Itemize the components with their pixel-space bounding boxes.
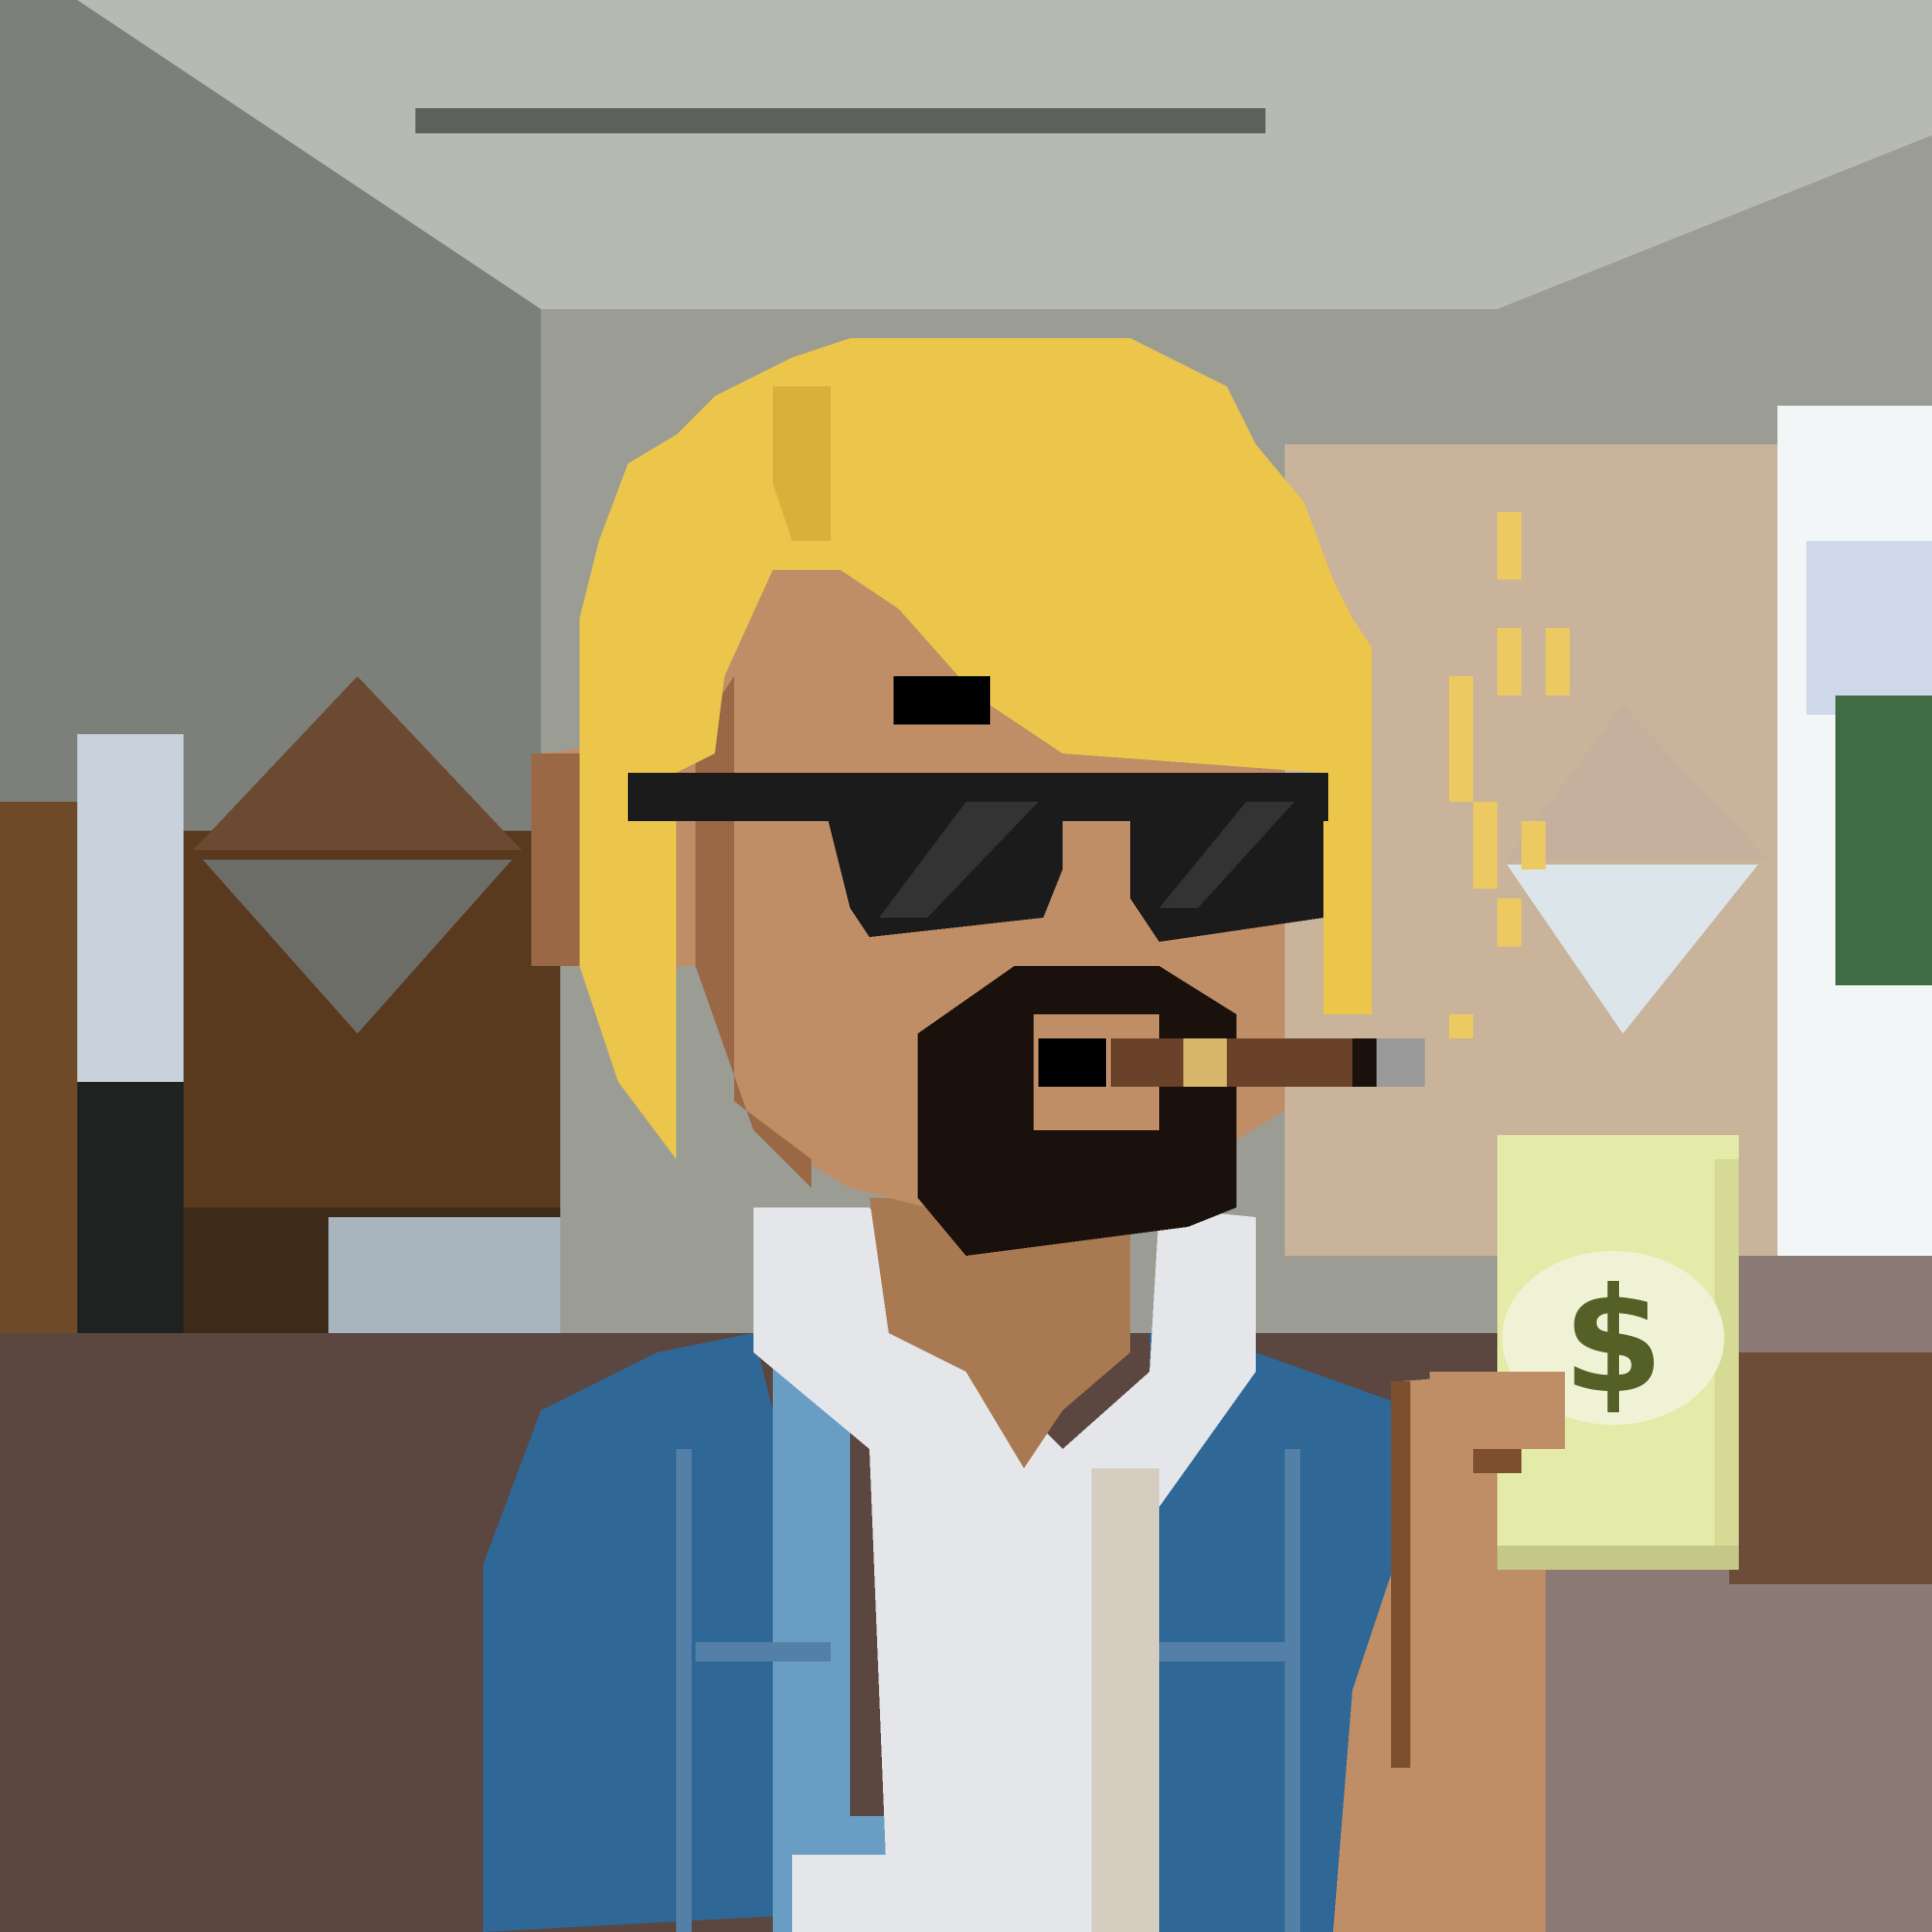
smoke-5 xyxy=(1473,802,1497,889)
jacket-pocket-right xyxy=(1159,1642,1294,1662)
finger-line xyxy=(1473,1449,1521,1473)
jacket-pocket-left xyxy=(696,1642,831,1662)
cigar-band xyxy=(1183,1038,1227,1087)
plant-leaves xyxy=(1835,696,1932,985)
cigar xyxy=(1111,1038,1362,1087)
cigar-ash xyxy=(1377,1038,1425,1087)
left-window xyxy=(77,734,184,1082)
right-floor-brown xyxy=(1729,1352,1932,1584)
smoke-8 xyxy=(1449,1014,1473,1038)
jacket-seam-left xyxy=(676,1449,692,1932)
arm-shadow xyxy=(1391,1381,1410,1768)
fingers xyxy=(1430,1372,1565,1449)
eyebrow xyxy=(894,676,990,724)
smoke-1 xyxy=(1497,512,1521,580)
cigar-tip-dark xyxy=(1352,1038,1377,1087)
smoke-3 xyxy=(1546,628,1570,696)
money-note-bottom xyxy=(1497,1546,1739,1570)
smoke-7 xyxy=(1497,898,1521,947)
shirt-shadow xyxy=(1092,1468,1159,1932)
smoke-2 xyxy=(1497,628,1521,696)
dollar-symbol: $ xyxy=(1563,1258,1663,1426)
ceiling-beam xyxy=(415,108,1265,133)
mouth-dark xyxy=(1038,1038,1106,1087)
smoke-6 xyxy=(1521,821,1546,869)
pixel-avatar-artwork: $ xyxy=(0,0,1932,1932)
right-window-glass xyxy=(1806,541,1932,715)
jacket-seam-right xyxy=(1285,1449,1300,1932)
smoke-4 xyxy=(1449,676,1473,802)
